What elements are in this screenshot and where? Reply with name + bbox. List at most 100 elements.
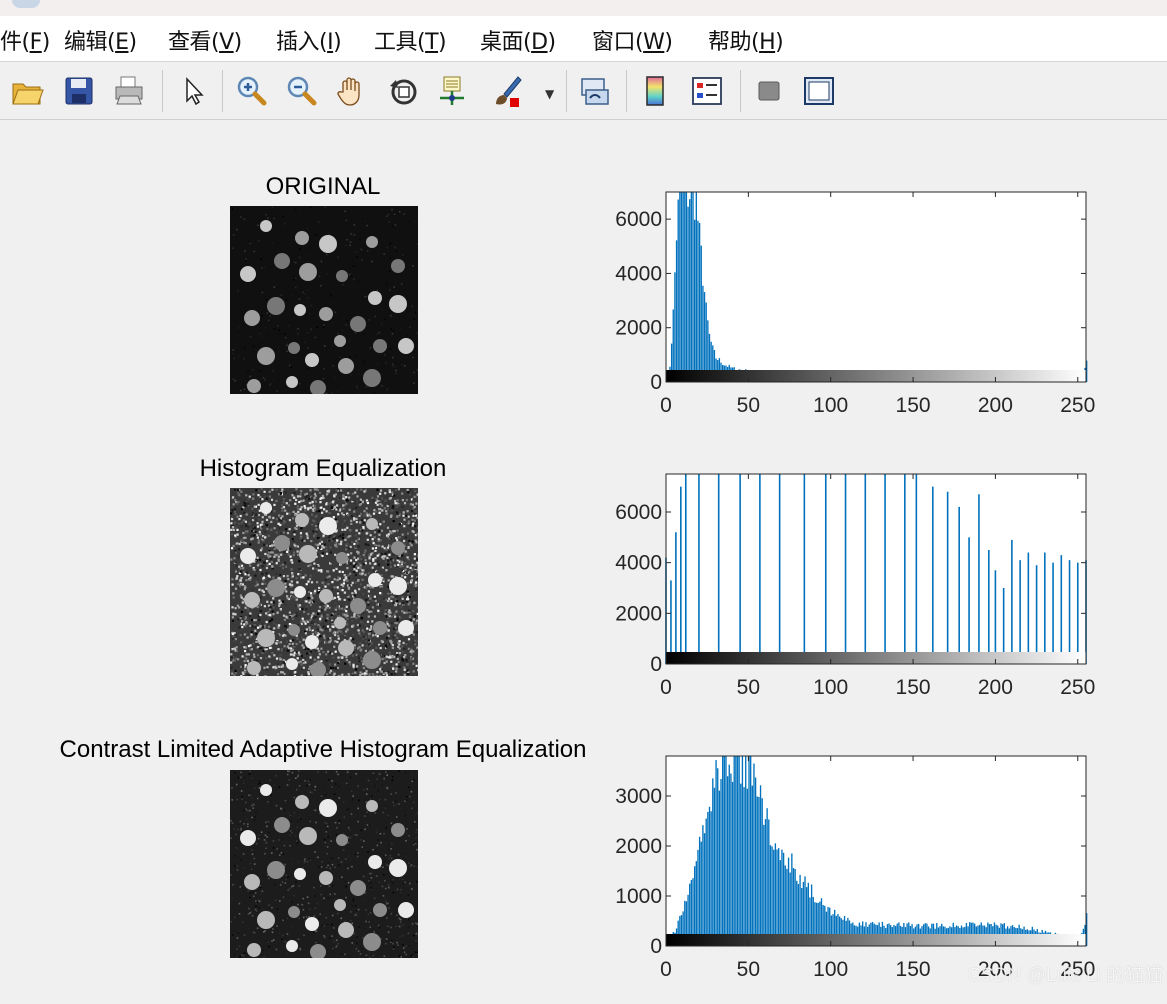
histogram-bar [765, 819, 766, 946]
pan-hand-icon[interactable] [334, 74, 368, 108]
histogram-bar [681, 192, 682, 382]
menu-item-d[interactable]: 桌面(D) [480, 24, 556, 56]
y-tick-label: 2000 [615, 602, 662, 625]
x-tick-label: 50 [737, 958, 760, 981]
histogram-bar [757, 797, 758, 947]
x-tick-label: 0 [660, 394, 672, 417]
y-tick-label: 2000 [615, 835, 662, 858]
histogram-bar [678, 200, 679, 382]
histogram-bar [771, 846, 772, 946]
y-tick-label: 4000 [615, 552, 662, 575]
zoom-out-icon[interactable] [284, 74, 318, 108]
histogram-bar [709, 807, 710, 946]
menu-item-e[interactable]: 编辑(E) [64, 24, 137, 56]
histogram-bar [742, 756, 743, 946]
histogram-bar [714, 788, 715, 946]
x-tick-label: 150 [896, 676, 931, 699]
histogram-bar [725, 756, 726, 946]
histogram-bar [722, 756, 723, 946]
print-icon[interactable] [112, 74, 146, 108]
toolbar-separator [740, 70, 741, 112]
toolbar-separator [222, 70, 223, 112]
histogram-bar [674, 272, 675, 382]
x-tick-label: 200 [978, 394, 1013, 417]
brush-icon[interactable] [490, 74, 524, 108]
x-tick-label: 100 [813, 676, 848, 699]
histogram-bar [762, 798, 763, 946]
brush-dropdown-icon[interactable]: ▼ [545, 87, 554, 101]
x-tick-label: 100 [813, 958, 848, 981]
legend-icon[interactable] [690, 74, 724, 108]
histogram-bar [704, 833, 705, 946]
open-file-icon[interactable] [10, 74, 44, 108]
histogram-bar [743, 787, 744, 946]
show-plot-tools-icon[interactable] [802, 74, 836, 108]
y-tick-label: 0 [650, 935, 662, 958]
histogram-bar [699, 223, 700, 382]
histogram-bar [776, 849, 777, 946]
histogram-bar [701, 246, 702, 382]
colorbar-icon[interactable] [638, 74, 672, 108]
histogram-bar [691, 192, 692, 382]
y-tick-label: 3000 [615, 785, 662, 808]
x-tick-label: 100 [813, 394, 848, 417]
y-tick-label: 0 [650, 371, 662, 394]
csdn-watermark: CSDN @Luis Li 的猫猫 [967, 960, 1163, 987]
histogram-bar [778, 848, 779, 946]
data-cursor-icon[interactable] [436, 74, 470, 108]
histogram-bar [768, 819, 769, 946]
histogram-bar [689, 199, 690, 382]
histogram-bar [697, 850, 698, 946]
panel-title-original: ORIGINAL [218, 173, 428, 201]
histogram-bar [740, 784, 741, 946]
histogram-bar [770, 845, 771, 946]
panel-title-histeq: Histogram Equalization [124, 455, 522, 483]
histogram-bar [766, 808, 767, 946]
x-tick-label: 50 [737, 394, 760, 417]
menu-item-t[interactable]: 工具(T) [374, 24, 446, 56]
histogram-bar [745, 756, 746, 946]
menu-item-h[interactable]: 帮助(H) [708, 24, 783, 56]
y-tick-label: 1000 [615, 885, 662, 908]
panel-title-clahe: Contrast Limited Adaptive Histogram Equa… [10, 736, 636, 764]
histogram-bar [788, 858, 789, 946]
grayscale-colorbar [666, 934, 1086, 946]
figure-canvas: ORIGINAL Histogram Equalization Contrast… [0, 120, 1167, 991]
histogram-bar [760, 785, 761, 946]
zoom-in-icon[interactable] [234, 74, 268, 108]
window-logo-icon [12, 0, 40, 8]
x-tick-label: 250 [1060, 394, 1095, 417]
grayscale-colorbar [666, 370, 1086, 382]
save-icon[interactable] [62, 74, 96, 108]
menu-item-w[interactable]: 窗口(W) [592, 24, 672, 56]
histogram-bar [686, 192, 687, 382]
histogram-bar [758, 797, 759, 946]
menu-item-f[interactable]: 件(F) [0, 24, 50, 56]
histogram-bar [717, 768, 718, 946]
grayscale-colorbar [666, 652, 1086, 664]
toolbar-separator [162, 70, 163, 112]
menu-item-v[interactable]: 查看(V) [168, 24, 242, 56]
histogram-bar [676, 240, 677, 382]
histogram-bar [753, 764, 754, 946]
histogram-bar [730, 774, 731, 946]
histogram-bar [701, 842, 702, 946]
rotate-3d-icon[interactable] [386, 74, 420, 108]
menu-item-i[interactable]: 插入(I) [276, 24, 341, 56]
histogram-bar [694, 220, 695, 382]
axes-background [666, 474, 1086, 664]
histogram-bar [706, 819, 707, 946]
original-cell-image [230, 206, 418, 394]
histogram-bar [732, 782, 733, 946]
histogram-bar [720, 779, 721, 946]
histogram-bar [710, 811, 711, 946]
y-tick-label: 2000 [615, 317, 662, 340]
histogram-bar [773, 850, 774, 946]
x-tick-label: 150 [896, 394, 931, 417]
link-plot-icon[interactable] [578, 74, 612, 108]
pointer-icon[interactable] [178, 74, 212, 108]
y-tick-label: 6000 [615, 208, 662, 231]
x-tick-label: 200 [978, 676, 1013, 699]
histogram-bar [687, 207, 688, 382]
hide-plot-tools-icon[interactable] [752, 74, 786, 108]
